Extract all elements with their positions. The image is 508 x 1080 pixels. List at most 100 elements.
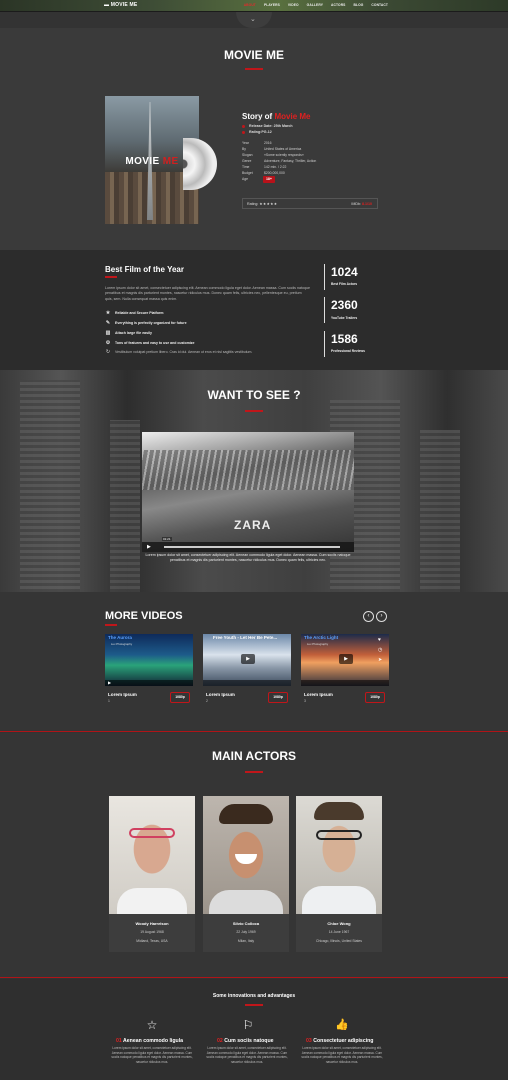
title-underline xyxy=(245,1004,263,1006)
feature-item: ⚙ Tons of features and easy to use and cu… xyxy=(105,340,195,346)
hd-badge[interactable]: 1080p xyxy=(268,692,288,703)
video-progress-bar[interactable] xyxy=(164,546,340,548)
actor-name[interactable]: Chloe Wong xyxy=(296,921,382,926)
nav-item-about[interactable]: ABOUT xyxy=(244,3,256,7)
main-nav: ABOUT PLAYERS VIDEO GALLERY ACTORS BLOG … xyxy=(244,3,388,7)
play-icon[interactable]: ▶ xyxy=(108,680,111,685)
innovation-heading: 01 Aenean commodo ligula xyxy=(116,1038,183,1044)
shirt xyxy=(209,890,283,914)
video-thumbnail[interactable]: Free Youth - Let Her Be Pete... ▶ xyxy=(203,634,291,686)
prev-arrow-button[interactable]: ‹ xyxy=(363,611,374,622)
flag-icon: ⚐ xyxy=(242,1018,254,1032)
title-underline xyxy=(105,276,117,278)
release-date: Release Date: 25th March xyxy=(249,124,293,128)
innovation-heading: 02 Cum sociis natoque xyxy=(217,1038,274,1044)
glasses xyxy=(316,830,362,840)
rating-box: Rating: ★★★★★ IMDb: 8.1/10 xyxy=(242,198,378,209)
building xyxy=(20,380,80,592)
feature-item: ✎ Everything is perfectly organized for f… xyxy=(105,320,187,326)
video-title[interactable]: Lorem Ipsum xyxy=(304,692,333,697)
site-logo[interactable]: ▬ MOVIE ME xyxy=(104,2,137,8)
star-rating-icon[interactable]: ★★★★★ xyxy=(259,202,277,206)
innovation-text: Lorem ipsum dolor sit amet, consectetuer… xyxy=(301,1046,383,1064)
scroll-down-button[interactable]: ⌄ xyxy=(236,12,272,28)
title-underline xyxy=(105,624,117,626)
heart-icon[interactable]: ♥ xyxy=(378,637,381,643)
share-icon[interactable]: ➤ xyxy=(378,657,382,663)
video-number: 2 xyxy=(206,699,208,703)
section-divider xyxy=(0,731,508,732)
info-row: Time 142 min. / 2:22 xyxy=(242,165,287,169)
nav-item-players[interactable]: PLAYERS xyxy=(264,3,280,7)
actor-birthplace: Chicago, Illinois, United States xyxy=(316,939,362,943)
refresh-icon: ↻ xyxy=(105,349,111,355)
thumb-controls xyxy=(301,680,389,686)
video-time: 01:21 xyxy=(162,537,172,541)
video-thumbnail[interactable]: The Arctic Light Lux Photography ▶ ♥ ◷ ➤ xyxy=(301,634,389,686)
nav-item-blog[interactable]: BLOG xyxy=(353,3,363,7)
next-arrow-button[interactable]: › xyxy=(376,611,387,622)
stat-divider xyxy=(324,331,325,357)
nav-item-video[interactable]: VIDEO xyxy=(288,3,299,7)
actor-birthdate: 14 June 1967 xyxy=(328,930,350,934)
actor-name[interactable]: Silvio Colloca xyxy=(203,921,289,926)
stat-label: Best Film Actors xyxy=(331,282,358,286)
info-row: Slogan «Some sciently responds» xyxy=(242,153,304,157)
star-icon: ★ xyxy=(105,310,111,316)
shirt xyxy=(117,888,187,914)
glasses xyxy=(129,828,175,838)
video-number: 1 xyxy=(108,699,110,703)
thumb-controls xyxy=(203,680,291,686)
video-thumbnail[interactable]: The Aurora Lux Photography ▶ xyxy=(105,634,193,686)
play-icon[interactable]: ▶ xyxy=(241,654,255,664)
imdb-score: IMDb: 8.1/10 xyxy=(351,202,372,206)
stat-divider xyxy=(324,264,325,290)
video-player[interactable]: ZARA 01:21 ▶ xyxy=(142,432,354,552)
actor-name[interactable]: Woody Harrelson xyxy=(109,921,195,926)
play-icon[interactable]: ▶ xyxy=(339,654,353,664)
bullet-dot xyxy=(242,131,245,134)
section-title-movie: MOVIE ME xyxy=(223,48,284,62)
thumb-controls xyxy=(105,680,193,686)
hair xyxy=(219,804,273,824)
play-icon[interactable]: ▶ xyxy=(147,544,151,550)
stat-number: 1586 xyxy=(331,332,358,346)
section-divider xyxy=(0,977,508,978)
info-row: Year 2016 xyxy=(242,141,272,145)
actor-card: Chloe Wong 14 June 1967 Chicago, Illinoi… xyxy=(296,914,382,952)
actor-photo[interactable] xyxy=(296,796,382,914)
video-title[interactable]: Lorem Ipsum xyxy=(108,692,137,697)
actor-card: Woody Harrelson 19 August 1968 Midland, … xyxy=(109,914,195,952)
video-logo-text: ZARA xyxy=(234,518,272,532)
nav-item-actors[interactable]: ACTORS xyxy=(331,3,345,7)
innovation-text: Lorem ipsum dolor sit amet, consectetuer… xyxy=(111,1046,193,1064)
innovations-title: Some innovations and advantages xyxy=(212,993,296,999)
clock-icon[interactable]: ◷ xyxy=(378,647,382,653)
video-number: 3 xyxy=(304,699,306,703)
hd-badge[interactable]: 1080p xyxy=(365,692,385,703)
best-film-section xyxy=(0,250,508,370)
title-underline xyxy=(245,771,263,773)
building xyxy=(420,430,460,592)
info-row: Budget $200,000,000 xyxy=(242,171,285,175)
stat-number: 2360 xyxy=(331,298,358,312)
rating-pg: Rating:PG-12 xyxy=(249,130,272,134)
age-badge: 18+ xyxy=(263,176,275,183)
feature-item: ▥ Attach large file easily xyxy=(105,330,152,336)
smile xyxy=(235,854,257,864)
feature-item: ↻ Vestibulum volutpat pretium libero. Cra… xyxy=(105,349,253,355)
video-title[interactable]: Lorem Ipsum xyxy=(206,692,235,697)
actor-photo[interactable] xyxy=(203,796,289,914)
actor-birthdate: 22 July 1969 xyxy=(236,930,256,934)
title-underline xyxy=(245,410,263,412)
actor-photo[interactable] xyxy=(109,796,195,914)
hd-badge[interactable]: 1080p xyxy=(170,692,190,703)
star-icon: ☆ xyxy=(146,1018,158,1032)
nav-item-gallery[interactable]: GALLERY xyxy=(307,3,323,7)
stat-number: 1024 xyxy=(331,265,358,279)
best-film-title: Best Film of the Year xyxy=(105,265,184,274)
actor-card: Silvio Colloca 22 July 1969 Milan, Italy xyxy=(203,914,289,952)
pencil-icon: ✎ xyxy=(105,320,111,326)
nav-item-contact[interactable]: CONTACT xyxy=(371,3,388,7)
info-row: Age xyxy=(242,177,249,181)
